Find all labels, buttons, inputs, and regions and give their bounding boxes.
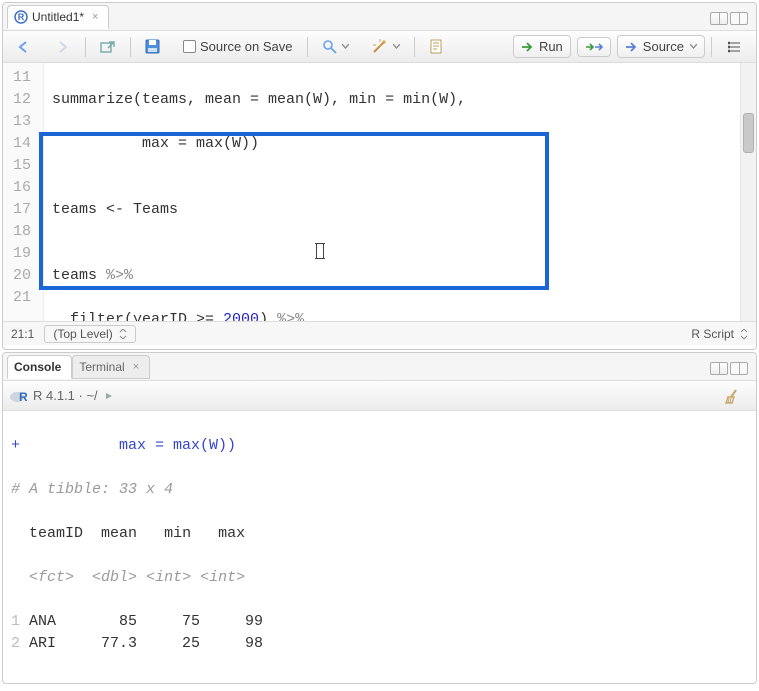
svg-text:R: R bbox=[18, 12, 25, 22]
r-file-icon: R bbox=[14, 10, 28, 24]
terminal-tab[interactable]: Terminal × bbox=[72, 355, 150, 379]
broom-icon bbox=[724, 388, 742, 404]
table-header-row: teamID mean min max bbox=[11, 523, 748, 545]
code-body[interactable]: summarize(teams, mean = mean(W), min = m… bbox=[44, 63, 474, 321]
outline-icon bbox=[726, 40, 742, 54]
run-icon bbox=[521, 41, 535, 53]
rerun-button[interactable] bbox=[577, 37, 611, 57]
table-row: 2 ARI 77.3 25 98 bbox=[11, 633, 748, 647]
source-tabbar: R Untitled1* × bbox=[3, 3, 756, 31]
console-pane: Console Terminal × R R 4.1.1 · ~/ + max … bbox=[2, 352, 757, 684]
close-icon[interactable]: × bbox=[129, 361, 139, 373]
pane-min-icon[interactable] bbox=[710, 12, 728, 25]
console-output[interactable]: + max = max(W)) # A tibble: 33 x 4 teamI… bbox=[3, 411, 756, 647]
source-button-label: Source bbox=[643, 39, 684, 54]
save-icon bbox=[145, 39, 161, 55]
terminal-tab-label: Terminal bbox=[79, 360, 124, 374]
toolbar-separator bbox=[307, 37, 308, 57]
console-toolbar: R R 4.1.1 · ~/ bbox=[3, 381, 756, 411]
run-label: Run bbox=[539, 39, 563, 54]
tibble-header: # A tibble: 33 x 4 bbox=[11, 479, 748, 501]
table-types-row: <fct> <dbl> <int> <int> bbox=[11, 567, 748, 589]
session-info: R 4.1.1 · ~/ bbox=[33, 388, 98, 403]
code-line[interactable]: filter(yearID >= 2000) %>% bbox=[52, 309, 466, 321]
rerun-icon bbox=[585, 41, 603, 53]
r-logo-icon: R bbox=[9, 387, 27, 405]
language-selector[interactable]: R Script bbox=[691, 327, 748, 341]
source-tab-label: Untitled1* bbox=[32, 10, 84, 24]
updown-icon bbox=[119, 329, 127, 339]
compile-report-button[interactable] bbox=[421, 35, 451, 59]
line-gutter: 11 12 13 14 15 16 17 18 19 20 21 bbox=[3, 63, 44, 321]
session-arrow-icon[interactable] bbox=[104, 391, 114, 401]
forward-button[interactable] bbox=[47, 36, 79, 58]
show-in-new-window-button[interactable] bbox=[92, 36, 124, 58]
chevron-down-icon bbox=[342, 44, 349, 50]
console-line: + max = max(W)) bbox=[11, 435, 748, 457]
wand-icon bbox=[371, 39, 389, 55]
vertical-scrollbar[interactable] bbox=[740, 63, 756, 321]
checkbox-icon bbox=[183, 40, 196, 53]
toolbar-separator bbox=[130, 37, 131, 57]
updown-icon bbox=[740, 329, 748, 339]
source-on-save-label: Source on Save bbox=[200, 39, 293, 54]
source-toolbar: Source on Save Run Source bbox=[3, 31, 756, 63]
console-tab-label: Console bbox=[14, 360, 61, 374]
source-tab-untitled1[interactable]: R Untitled1* × bbox=[7, 5, 109, 29]
toolbar-separator bbox=[414, 37, 415, 57]
code-line[interactable]: summarize(teams, mean = mean(W), min = m… bbox=[52, 89, 466, 111]
code-line[interactable]: max = max(W)) bbox=[52, 133, 466, 155]
code-tools-button[interactable] bbox=[363, 35, 408, 59]
source-on-save-toggle[interactable]: Source on Save bbox=[175, 35, 301, 58]
language-label: R Script bbox=[691, 327, 734, 341]
svg-text:R: R bbox=[19, 390, 27, 404]
source-pane: R Untitled1* × Source on Save bbox=[2, 2, 757, 350]
run-button[interactable]: Run bbox=[513, 35, 571, 58]
scope-selector[interactable]: (Top Level) bbox=[44, 325, 135, 343]
arrow-left-icon bbox=[17, 40, 33, 54]
save-button[interactable] bbox=[137, 35, 169, 59]
console-tabbar: Console Terminal × bbox=[3, 353, 756, 381]
code-editor[interactable]: 11 12 13 14 15 16 17 18 19 20 21 summari… bbox=[3, 63, 756, 321]
chevron-down-icon bbox=[393, 44, 400, 50]
find-button[interactable] bbox=[314, 35, 357, 59]
notebook-icon bbox=[429, 39, 443, 55]
table-row: 1 ANA 85 75 99 bbox=[11, 611, 748, 633]
console-tab[interactable]: Console bbox=[7, 355, 72, 379]
chevron-down-icon bbox=[690, 44, 697, 50]
close-icon[interactable]: × bbox=[88, 11, 98, 23]
pane-max-icon[interactable] bbox=[730, 12, 748, 25]
pane-min-icon[interactable] bbox=[710, 362, 728, 375]
cursor-position: 21:1 bbox=[11, 327, 34, 341]
clear-console-button[interactable] bbox=[716, 384, 750, 408]
scrollbar-thumb[interactable] bbox=[743, 113, 754, 153]
toolbar-separator bbox=[85, 37, 86, 57]
source-icon bbox=[625, 41, 639, 53]
arrow-right-icon bbox=[55, 40, 71, 54]
outline-button[interactable] bbox=[718, 36, 750, 58]
scope-label: (Top Level) bbox=[53, 327, 112, 341]
code-line[interactable]: teams <- Teams bbox=[52, 199, 466, 221]
toolbar-separator bbox=[711, 37, 712, 57]
source-statusbar: 21:1 (Top Level) R Script bbox=[3, 321, 756, 345]
text-cursor-icon bbox=[316, 243, 324, 259]
code-line[interactable]: teams %>% bbox=[52, 265, 466, 287]
search-icon bbox=[322, 39, 338, 55]
source-button[interactable]: Source bbox=[617, 35, 705, 58]
pane-max-icon[interactable] bbox=[730, 362, 748, 375]
back-button[interactable] bbox=[9, 36, 41, 58]
popout-icon bbox=[100, 40, 116, 54]
